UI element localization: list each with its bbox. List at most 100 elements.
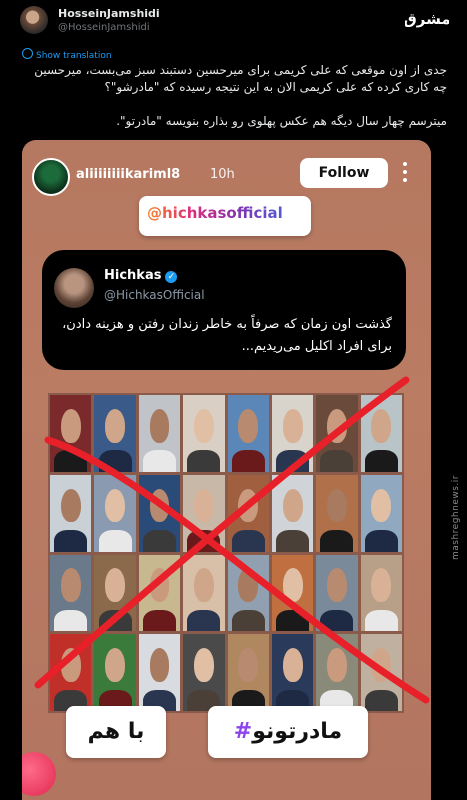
- hashtag-symbol: #: [233, 719, 253, 744]
- portrait-face: [238, 488, 259, 523]
- quoted-name: Hichkas ✓: [104, 268, 178, 283]
- portrait-body: [54, 609, 88, 632]
- tweet-line-2: میترسم چهار سال دیگه هم عکس پهلوی رو بذا…: [116, 114, 447, 128]
- portrait-photo: [227, 474, 269, 552]
- follow-button[interactable]: Follow: [300, 158, 388, 188]
- tweet-line-1: جدی از اون موقعی که علی کریمی برای میرحس…: [34, 63, 447, 94]
- author-avatar[interactable]: [20, 6, 48, 34]
- tweet-text: جدی از اون موقعی که علی کریمی برای میرحس…: [22, 62, 447, 130]
- portrait-body: [142, 530, 176, 552]
- portrait-photo: [50, 395, 92, 472]
- portrait-body: [364, 450, 398, 472]
- mention-sticker[interactable]: @hichkasofficial: [139, 196, 311, 236]
- portrait-face: [327, 488, 347, 523]
- portrait-body: [187, 609, 221, 632]
- portrait-photo: [183, 395, 225, 472]
- portrait-face: [149, 568, 170, 603]
- author-handle[interactable]: @HosseinJamshidi: [58, 22, 150, 33]
- portrait-photo: [183, 474, 225, 552]
- portrait-body: [276, 530, 310, 552]
- portrait-face: [149, 408, 170, 443]
- portrait-photo: [94, 554, 136, 632]
- portrait-face: [60, 568, 81, 603]
- portrait-face: [238, 568, 259, 603]
- portrait-face: [149, 648, 170, 682]
- portrait-photo: [271, 474, 314, 552]
- portrait-face: [282, 488, 303, 523]
- translate-icon: [22, 48, 33, 59]
- quoted-handle: @HichkasOfficial: [104, 288, 205, 302]
- portrait-photo: [360, 395, 402, 472]
- portrait-body: [142, 609, 176, 632]
- portrait-body: [98, 530, 132, 552]
- author-name[interactable]: HosseinJamshidi: [58, 7, 160, 20]
- show-translation-label: Show translation: [36, 51, 112, 61]
- portrait-body: [364, 609, 398, 632]
- portrait-face: [60, 408, 81, 443]
- portrait-body: [54, 530, 88, 552]
- tweet-media-image[interactable]: aliiiiiiiikariml8 10h Follow @hichkasoff…: [22, 140, 431, 800]
- portrait-collage: [48, 393, 404, 713]
- quoted-avatar: [54, 268, 94, 308]
- portrait-face: [105, 488, 125, 523]
- portrait-body: [231, 609, 265, 632]
- side-watermark: mashreghnews.ir: [451, 475, 461, 560]
- portrait-face: [105, 568, 125, 603]
- portrait-photo: [227, 554, 269, 632]
- portrait-face: [149, 488, 170, 523]
- portrait-photo: [94, 634, 136, 711]
- portrait-body: [276, 609, 310, 632]
- portrait-body: [142, 450, 176, 472]
- portrait-body: [231, 450, 265, 472]
- portrait-photo: [183, 634, 225, 711]
- portrait-body: [187, 530, 221, 552]
- portrait-face: [60, 488, 81, 523]
- quoted-text: گذشت اون زمان که صرفاً به خاطر زندان رفت…: [62, 317, 392, 354]
- show-translation-link[interactable]: Show translation: [22, 48, 112, 61]
- portrait-photo: [94, 474, 136, 552]
- hashtag-sticker[interactable]: مادرتونو#: [208, 706, 368, 758]
- portrait-body: [231, 530, 265, 552]
- story-reaction-button[interactable]: [22, 752, 56, 796]
- portrait-face: [371, 408, 392, 443]
- mashregh-logo: مشرق: [405, 10, 449, 28]
- portrait-photo: [360, 634, 402, 711]
- portrait-photo: [316, 395, 358, 472]
- portrait-body: [98, 609, 132, 632]
- portrait-photo: [138, 474, 181, 552]
- portrait-face: [371, 568, 392, 603]
- story-time: 10h: [210, 167, 235, 182]
- portrait-body: [364, 530, 398, 552]
- portrait-photo: [316, 474, 358, 552]
- story-avatar[interactable]: [32, 158, 70, 196]
- portrait-face: [105, 408, 125, 443]
- tag-sticker-together: با هم: [66, 706, 166, 758]
- portrait-photo: [360, 554, 402, 632]
- more-options-icon[interactable]: [402, 162, 408, 186]
- portrait-face: [371, 648, 392, 682]
- mention-sticker-text: @hichkasofficial: [147, 204, 283, 222]
- mashregh-logo-text: مشرق: [405, 10, 449, 28]
- portrait-photo: [50, 634, 92, 711]
- portrait-body: [187, 450, 221, 472]
- portrait-body: [98, 450, 132, 472]
- portrait-photo: [227, 634, 269, 711]
- portrait-face: [193, 408, 214, 443]
- portrait-body: [276, 450, 310, 472]
- portrait-face: [193, 488, 214, 523]
- portrait-photo: [138, 554, 181, 632]
- portrait-photo: [271, 634, 314, 711]
- portrait-photo: [50, 474, 92, 552]
- portrait-photo: [316, 554, 358, 632]
- portrait-photo: [227, 395, 269, 472]
- portrait-face: [282, 408, 303, 443]
- portrait-face: [193, 568, 214, 603]
- portrait-body: [364, 689, 398, 711]
- tweet-header: HosseinJamshidi @HosseinJamshidi مشرق: [0, 0, 467, 40]
- portrait-face: [327, 408, 347, 443]
- story-username[interactable]: aliiiiiiiikariml8: [76, 167, 180, 182]
- portrait-face: [327, 568, 347, 603]
- portrait-face: [282, 648, 303, 682]
- portrait-photo: [50, 554, 92, 632]
- portrait-face: [105, 648, 125, 682]
